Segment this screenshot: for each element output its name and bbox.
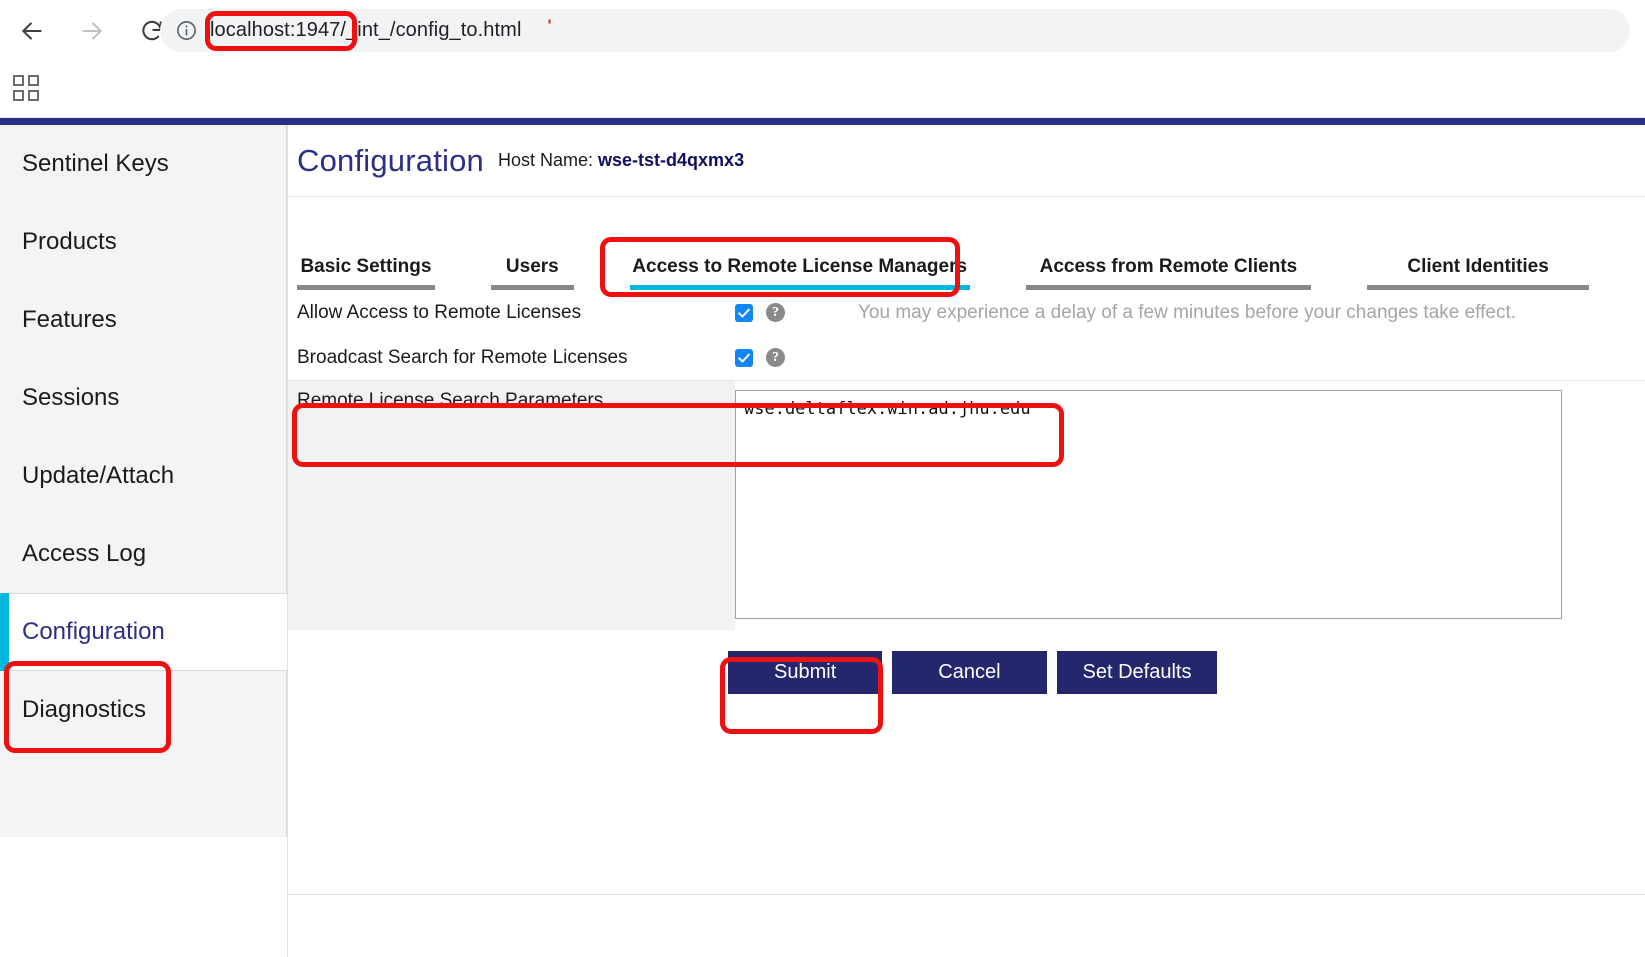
settings-form: Allow Access to Remote Licenses ? You ma… bbox=[288, 290, 1645, 694]
sidebar-item-label: Access Log bbox=[22, 540, 147, 567]
params-label: Remote License Search Parameters bbox=[297, 390, 604, 411]
content-panel: Configuration Host Name: wse-tst-d4qxmx3… bbox=[288, 125, 1645, 895]
app-page: Sentinel Keys Products Features Sessions… bbox=[0, 118, 1645, 957]
sidebar-item-label: Configuration bbox=[22, 618, 165, 645]
set-defaults-button[interactable]: Set Defaults bbox=[1056, 651, 1218, 694]
host-name-value: wse-tst-d4qxmx3 bbox=[598, 150, 745, 170]
tab-label: Access from Remote Clients bbox=[1039, 256, 1298, 277]
sidebar-item-configuration[interactable]: Configuration bbox=[0, 593, 287, 671]
broadcast-search-help-icon[interactable]: ? bbox=[766, 348, 785, 367]
arrow-right-icon bbox=[79, 18, 105, 44]
browser-chrome: localhost:1947/_int_/config_to.html ' bbox=[0, 0, 1645, 61]
row-broadcast-search-for-remote-licenses: Broadcast Search for Remote Licenses ? bbox=[288, 335, 1645, 380]
sidebar-item-label: Sentinel Keys bbox=[22, 150, 169, 177]
tab-access-to-remote-license-managers[interactable]: Access to Remote License Managers bbox=[629, 256, 970, 290]
address-bar-url[interactable]: localhost:1947/_int_/config_to.html bbox=[210, 19, 521, 42]
apps-grid-cell bbox=[28, 75, 39, 86]
url-host: localhost:1947/ bbox=[210, 19, 347, 41]
tab-client-identities[interactable]: Client Identities bbox=[1367, 256, 1589, 290]
params-field-cell bbox=[735, 381, 1645, 630]
tab-basic-settings[interactable]: Basic Settings bbox=[297, 256, 435, 290]
broadcast-search-label: Broadcast Search for Remote Licenses bbox=[297, 346, 628, 368]
row-allow-access-to-remote-licenses: Allow Access to Remote Licenses ? You ma… bbox=[288, 290, 1645, 335]
sidebar-item-features[interactable]: Features bbox=[0, 281, 286, 359]
sidebar: Sentinel Keys Products Features Sessions… bbox=[0, 125, 287, 837]
sidebar-item-label: Update/Attach bbox=[22, 462, 175, 489]
tab-label: Basic Settings bbox=[300, 256, 432, 277]
forward-button[interactable] bbox=[68, 7, 116, 55]
allow-access-checkbox[interactable] bbox=[735, 303, 753, 322]
page-header: Configuration Host Name: wse-tst-d4qxmx3 bbox=[288, 125, 1645, 197]
tab-label: Access to Remote License Managers bbox=[632, 256, 968, 277]
submit-button[interactable]: Submit bbox=[728, 651, 883, 694]
sidebar-item-products[interactable]: Products bbox=[0, 203, 286, 281]
sidebar-item-access-log[interactable]: Access Log bbox=[0, 515, 286, 593]
page-title: Configuration bbox=[297, 142, 484, 178]
allow-access-label: Allow Access to Remote Licenses bbox=[297, 301, 582, 323]
app-top-accent-bar bbox=[0, 118, 1645, 125]
form-action-buttons: Submit Cancel Set Defaults bbox=[288, 630, 1645, 694]
broadcast-search-checkbox[interactable] bbox=[735, 348, 753, 367]
allow-access-help-icon[interactable]: ? bbox=[766, 303, 785, 322]
info-circle-icon[interactable] bbox=[168, 13, 204, 49]
browser-nav-buttons bbox=[0, 0, 176, 61]
remote-license-search-parameters-textarea[interactable] bbox=[735, 390, 1562, 619]
sidebar-item-label: Diagnostics bbox=[22, 696, 147, 723]
url-path: _int_/config_to.html bbox=[346, 19, 522, 41]
content-area: Configuration Host Name: wse-tst-d4qxmx3… bbox=[287, 125, 1645, 957]
sidebar-item-sessions[interactable]: Sessions bbox=[0, 359, 286, 437]
tab-label: Client Identities bbox=[1407, 256, 1549, 277]
sidebar-item-label: Features bbox=[22, 306, 117, 333]
apps-grid-cell bbox=[13, 75, 24, 86]
sidebar-item-update-attach[interactable]: Update/Attach bbox=[0, 437, 286, 515]
address-bar[interactable]: localhost:1947/_int_/config_to.html ' bbox=[160, 9, 1630, 52]
back-button[interactable] bbox=[8, 7, 56, 55]
row-remote-license-search-parameters: Remote License Search Parameters bbox=[288, 380, 1645, 630]
tab-users[interactable]: Users bbox=[490, 256, 574, 290]
delay-hint-text: You may experience a delay of a few minu… bbox=[858, 301, 1517, 323]
sidebar-item-label: Products bbox=[22, 228, 117, 255]
tab-access-from-remote-clients[interactable]: Access from Remote Clients bbox=[1025, 256, 1312, 290]
sidebar-item-sentinel-keys[interactable]: Sentinel Keys bbox=[0, 125, 286, 203]
arrow-left-icon bbox=[19, 18, 45, 44]
apps-grid-icon[interactable] bbox=[13, 75, 39, 101]
bookmarks-bar bbox=[0, 61, 1645, 118]
host-name-label: Host Name: bbox=[498, 150, 594, 170]
params-label-cell: Remote License Search Parameters bbox=[288, 381, 735, 630]
apps-grid-cell bbox=[13, 90, 24, 101]
cancel-button[interactable]: Cancel bbox=[892, 651, 1047, 694]
tab-bar: Basic Settings Users Access to Remote Li… bbox=[288, 197, 1645, 290]
apps-grid-cell bbox=[28, 90, 39, 101]
tab-label: Users bbox=[505, 256, 559, 277]
sidebar-item-label: Sessions bbox=[22, 384, 120, 411]
sidebar-item-diagnostics[interactable]: Diagnostics bbox=[0, 671, 286, 749]
text-cursor-mark: ' bbox=[547, 16, 552, 35]
